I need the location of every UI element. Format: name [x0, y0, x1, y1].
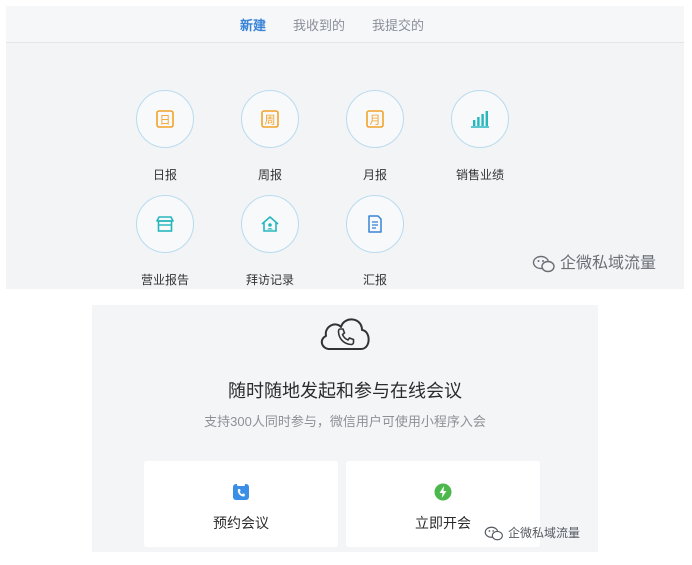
tile-report[interactable]: 汇报 — [335, 195, 415, 288]
tile-visit-record[interactable]: 拜访记录 — [230, 195, 310, 288]
monthly-report-icon-circle: 月 — [346, 90, 404, 148]
watermark: 企微私域流量 — [532, 249, 656, 273]
tile-label: 拜访记录 — [245, 273, 294, 287]
meeting-headline: 随时随地发起和参与在线会议 — [228, 381, 462, 401]
watermark-text: 企微私域流量 — [508, 526, 581, 540]
svg-text:周: 周 — [265, 114, 276, 127]
weekly-report-icon-circle: 周 — [241, 90, 299, 148]
report-panel: 新建 我收到的 我提交的 日 日报 周 周报 月 月报 销售业绩 营业报告 拜访… — [6, 6, 684, 289]
tile-label: 日报 — [152, 168, 177, 182]
tile-weekly-report[interactable]: 周 周报 — [230, 90, 310, 183]
bar-chart-icon — [471, 111, 489, 128]
tab-new[interactable]: 新建 — [240, 15, 266, 34]
lightning-icon — [434, 483, 452, 501]
document-icon — [368, 215, 382, 233]
house-visit-icon — [261, 216, 279, 232]
visit-icon-circle — [241, 195, 299, 253]
wechat-icon — [484, 526, 503, 541]
daily-report-icon-circle: 日 — [136, 90, 194, 148]
tile-label: 营业报告 — [140, 273, 189, 287]
watermark-bottom: 企微私域流量 — [484, 524, 580, 541]
tile-label: 周报 — [257, 168, 282, 182]
daily-report-icon: 日 — [156, 110, 174, 128]
tile-monthly-report[interactable]: 月 月报 — [335, 90, 415, 183]
svg-text:月: 月 — [370, 114, 381, 127]
tile-label: 销售业绩 — [455, 168, 504, 182]
cloud-phone-icon — [320, 318, 370, 350]
tile-sales-performance[interactable]: 销售业绩 — [440, 90, 520, 183]
store-icon — [156, 216, 174, 232]
schedule-meeting-button[interactable]: 预约会议 — [144, 461, 338, 547]
tab-received[interactable]: 我收到的 — [293, 15, 345, 34]
wechat-icon — [532, 255, 555, 272]
weekly-report-icon: 周 — [261, 110, 279, 128]
schedule-icon — [233, 483, 249, 500]
tab-submitted[interactable]: 我提交的 — [372, 15, 424, 34]
tile-daily-report[interactable]: 日 日报 — [125, 90, 205, 183]
tile-business-report[interactable]: 营业报告 — [125, 195, 205, 288]
watermark-text: 企微私域流量 — [560, 255, 657, 272]
sales-icon-circle — [451, 90, 509, 148]
tab-bar: 新建 我收到的 我提交的 — [6, 6, 684, 43]
monthly-report-icon: 月 — [366, 110, 384, 128]
meeting-subline: 支持300人同时参与，微信用户可使用小程序入会 — [204, 414, 486, 429]
svg-text:日: 日 — [160, 114, 171, 127]
tile-label: 汇报 — [362, 273, 387, 287]
tile-label: 月报 — [362, 168, 387, 182]
meeting-panel: 随时随地发起和参与在线会议 支持300人同时参与，微信用户可使用小程序入会 预约… — [92, 305, 598, 552]
store-icon-circle — [136, 195, 194, 253]
document-icon-circle — [346, 195, 404, 253]
schedule-meeting-label: 预约会议 — [213, 515, 269, 531]
